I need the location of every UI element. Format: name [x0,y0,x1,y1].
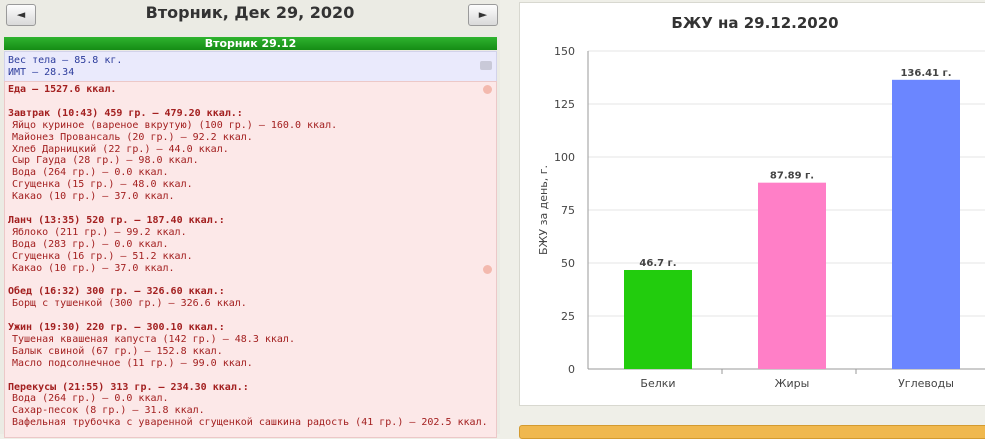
food-item: Какао (10 гр.) — 37.0 ккал. [12,262,175,274]
food-item: Балык свиной (67 гр.) — 152.8 ккал. [12,345,223,357]
food-log: Еда — 1527.6 ккал. Завтрак (10:43) 459 г… [4,81,497,438]
food-item: Яблоко (211 гр.) — 99.2 ккал. [12,226,187,238]
bar-жиры [758,182,826,369]
bar-value-label: 46.7 г. [639,258,676,269]
y-tick-label: 25 [561,310,575,323]
chart-card: БЖУ на 29.12.2020 БЖУ за день, г. 0 25 50 75 1… [519,2,985,406]
food-total: Еда — 1527.6 ккал. [8,84,117,95]
category-label: Жиры [775,377,810,390]
food-item: Сыр Гауда (28 гр.) — 98.0 ккал. [12,155,199,167]
y-axis-label: БЖУ за день, г. [537,165,550,255]
y-tick-label: 75 [561,204,575,217]
chart-title: БЖУ на 29.12.2020 [671,14,838,32]
food-item: Тушеная квашеная капуста (142 гр.) — 48.… [12,333,295,345]
food-item: Какао (10 гр.) — 37.0 ккал. [12,191,175,203]
food-item: Сахар-песок (8 гр.) — 31.8 ккал. [12,405,205,417]
y-tick-label: 150 [554,45,575,58]
food-item: Масло подсолнечное (11 гр.) — 99.0 ккал. [12,357,253,369]
previous-day-button[interactable]: ◄ [6,4,36,26]
category-label: Белки [640,377,675,390]
food-item: Сгущенка (15 гр.) — 48.0 ккал. [12,179,193,191]
meal-title: Ланч (13:35) 520 гр. — 187.40 ккал.: [8,214,225,226]
meal-title: Ужин (19:30) 220 гр. — 300.10 ккал.: [8,322,225,334]
y-tick-label: 0 [568,363,575,376]
hand-icon[interactable] [483,85,492,94]
macro-chart: БЖУ на 29.12.2020 БЖУ за день, г. 0 25 50 75 1… [537,14,985,390]
category-label: Углеводы [898,377,954,390]
day-header: Вторник 29.12 [4,37,497,50]
date-navigation: ◄ Вторник, Дек 29, 2020 ► [0,0,500,30]
hand-icon[interactable] [483,265,492,274]
bar-углеводы [892,79,960,370]
meal-title: Перекусы (21:55) 313 гр. — 234.30 ккал.: [8,381,249,393]
orange-panel [519,425,985,439]
food-item: Хлеб Дарницкий (22 гр.) — 44.0 ккал. [12,143,229,155]
food-item: Вода (264 гр.) — 0.0 ккал. [12,393,169,405]
weight-box: Вес тела — 85.8 кг. ИМТ — 28.34 [4,51,497,84]
y-tick-label: 125 [554,98,575,111]
chart-panel: БЖУ на 29.12.2020 БЖУ за день, г. 0 25 50 75 1… [515,0,985,439]
y-tick-label: 50 [561,257,575,270]
food-item: Сгущенка (16 гр.) — 51.2 ккал. [12,250,193,262]
food-item: Вафельная трубочка с уваренной сгущенкой… [12,417,488,429]
food-item: Яйцо куриное (вареное вкрутую) (100 гр.)… [12,119,338,131]
meal-title: Обед (16:32) 300 гр. — 326.60 ккал.: [8,286,225,298]
next-day-button[interactable]: ► [468,4,498,26]
food-item: Вода (283 гр.) — 0.0 ккал. [12,238,169,250]
y-tick-label: 100 [554,151,575,164]
food-item: Майонез Провансаль (20 гр.) — 92.2 ккал. [12,131,253,143]
separator [501,0,515,434]
bar-value-label: 87.89 г. [770,171,814,182]
meal-title: Завтрак (10:43) 459 гр. — 479.20 ккал.: [8,107,243,119]
bar-value-label: 136.41 г. [900,68,951,79]
bmi-line: ИМТ — 28.34 [8,67,75,78]
edit-icon[interactable] [480,61,492,70]
bar-белки [624,269,692,369]
diary-panel: ◄ Вторник, Дек 29, 2020 ► Вторник 29.12 … [0,0,500,438]
food-item: Борщ с тушенкой (300 гр.) — 326.6 ккал. [12,298,247,310]
date-title: Вторник, Дек 29, 2020 [145,3,355,22]
food-item: Вода (264 гр.) — 0.0 ккал. [12,167,169,179]
weight-line: Вес тела — 85.8 кг. [8,55,123,66]
